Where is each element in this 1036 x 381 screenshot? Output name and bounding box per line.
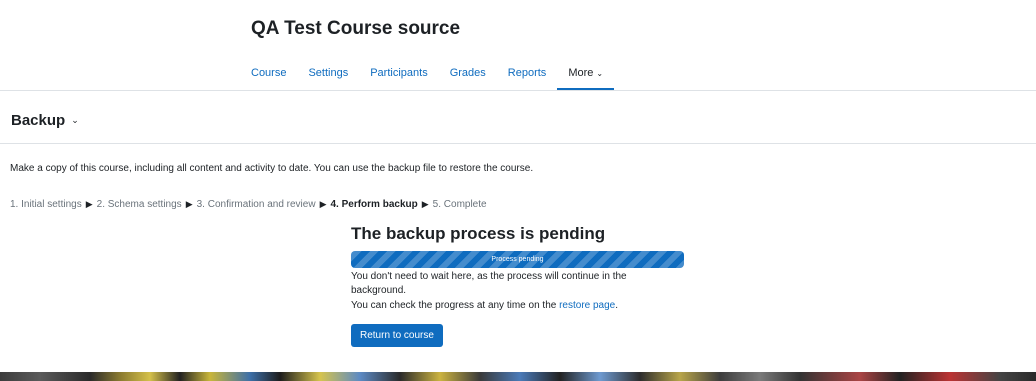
triangle-right-icon: ▶ — [319, 199, 327, 209]
step-complete: 5. Complete — [432, 199, 487, 210]
nav-item-grades[interactable]: Grades — [439, 56, 497, 90]
step-schema-settings: 2. Schema settings — [96, 199, 182, 210]
section-divider — [0, 143, 1036, 144]
hint-prefix: You can check the progress at any time o… — [351, 300, 560, 311]
nav-item-course[interactable]: Course — [240, 56, 297, 90]
nav-item-label: Course — [251, 67, 287, 79]
return-to-course-button[interactable]: Return to course — [351, 324, 443, 347]
progress-bar-label: Process pending — [491, 256, 544, 263]
header-divider — [0, 90, 1036, 91]
chevron-down-icon: ⌄ — [71, 115, 79, 125]
step-initial-settings: 1. Initial settings — [10, 199, 82, 210]
step-confirmation-review: 3. Confirmation and review — [196, 199, 316, 210]
triangle-right-icon: ▶ — [85, 199, 93, 209]
nav-item-label: Reports — [507, 67, 547, 79]
progress-bar: Process pending — [351, 251, 684, 268]
backup-page: QA Test Course source Course Settings Pa… — [0, 0, 1036, 381]
restore-page-link[interactable]: restore page — [559, 300, 615, 311]
backup-heading-dropdown[interactable]: Backup ⌄ — [11, 112, 79, 129]
nav-item-label: Settings — [308, 67, 349, 79]
section-heading-label: Backup — [11, 112, 66, 129]
nav-item-more[interactable]: More ⌄ — [557, 56, 614, 90]
nav-item-label: Grades — [449, 67, 486, 79]
triangle-right-icon: ▶ — [421, 199, 429, 209]
pending-title: The backup process is pending — [351, 224, 606, 243]
nav-item-settings[interactable]: Settings — [297, 56, 359, 90]
decorative-image-strip — [0, 372, 1036, 381]
backup-intro-text: Make a copy of this course, including al… — [10, 163, 534, 174]
chevron-down-icon: ⌄ — [596, 68, 604, 78]
nav-item-participants[interactable]: Participants — [359, 56, 438, 90]
backup-steps-breadcrumb: 1. Initial settings ▶ 2. Schema settings… — [10, 199, 487, 210]
course-title: QA Test Course source — [251, 18, 461, 39]
hint-suffix: . — [615, 300, 619, 311]
nav-item-label: Participants — [370, 67, 428, 79]
pending-progress-hint: You can check the progress at any time o… — [351, 299, 684, 313]
secondary-navigation: Course Settings Participants Grades Repo… — [240, 56, 614, 90]
pending-message: You don't need to wait here, as the proc… — [351, 271, 627, 296]
step-perform-backup: 4. Perform backup — [330, 199, 418, 210]
backup-pending-panel: The backup process is pending Process pe… — [351, 224, 684, 347]
nav-item-label: More — [568, 67, 594, 79]
triangle-right-icon: ▶ — [185, 199, 193, 209]
nav-item-reports[interactable]: Reports — [497, 56, 558, 90]
